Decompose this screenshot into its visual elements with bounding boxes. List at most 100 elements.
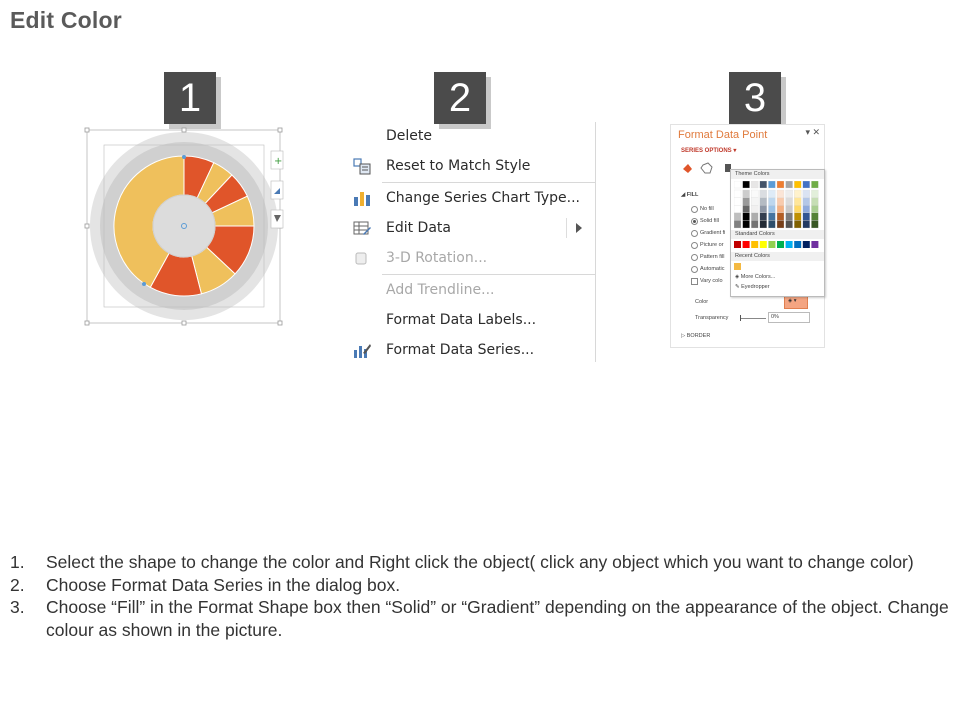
menu-item-edit-data[interactable]: Edit Data bbox=[346, 214, 596, 242]
recent-color-swatch[interactable] bbox=[734, 263, 741, 270]
standard-color-swatch[interactable] bbox=[794, 241, 802, 248]
theme-color-swatch[interactable] bbox=[759, 189, 767, 198]
theme-color-swatch[interactable] bbox=[802, 220, 810, 229]
theme-color-swatch[interactable] bbox=[742, 220, 750, 229]
radio-solid-fill[interactable] bbox=[691, 218, 698, 225]
theme-color-swatch[interactable] bbox=[768, 189, 776, 198]
theme-color-swatch[interactable] bbox=[785, 220, 793, 229]
theme-color-swatch[interactable] bbox=[759, 197, 767, 206]
theme-color-swatch[interactable] bbox=[794, 189, 802, 198]
radio-picture-fill[interactable] bbox=[691, 242, 698, 249]
theme-color-swatch[interactable] bbox=[734, 205, 742, 213]
theme-color-swatch[interactable] bbox=[742, 205, 750, 213]
section-border[interactable]: ▷ BORDER bbox=[681, 333, 710, 339]
standard-color-swatch[interactable] bbox=[768, 241, 776, 248]
theme-color-swatch[interactable] bbox=[734, 189, 742, 198]
theme-color-swatch[interactable] bbox=[776, 197, 785, 206]
more-colors-item[interactable]: ◈ More Colors... bbox=[735, 274, 775, 280]
donut-chart-panel[interactable]: + bbox=[84, 126, 284, 326]
standard-color-swatch[interactable] bbox=[802, 241, 810, 248]
standard-color-row[interactable] bbox=[734, 241, 822, 248]
standard-color-swatch[interactable] bbox=[811, 241, 819, 248]
theme-color-swatch[interactable] bbox=[742, 181, 750, 189]
theme-color-swatch[interactable] bbox=[742, 189, 750, 198]
theme-color-swatch[interactable] bbox=[794, 205, 802, 213]
radio-automatic[interactable] bbox=[691, 266, 698, 273]
theme-color-swatch[interactable] bbox=[759, 205, 767, 213]
tab-series-options[interactable]: SERIES OPTIONS ▾ bbox=[681, 147, 736, 154]
theme-color-swatch[interactable] bbox=[734, 212, 742, 221]
context-menu[interactable]: Delete Reset to Match Style Change Serie… bbox=[346, 122, 598, 362]
theme-color-swatch[interactable] bbox=[742, 197, 750, 206]
theme-color-swatch[interactable] bbox=[802, 181, 810, 189]
theme-color-swatch[interactable] bbox=[751, 189, 759, 198]
theme-color-swatch[interactable] bbox=[776, 220, 785, 229]
theme-color-swatch[interactable] bbox=[768, 220, 776, 229]
theme-color-swatch[interactable] bbox=[734, 220, 742, 229]
transparency-slider[interactable] bbox=[740, 318, 766, 319]
theme-color-swatch[interactable] bbox=[768, 205, 776, 213]
theme-color-swatch[interactable] bbox=[811, 212, 819, 221]
menu-item-reset-style[interactable]: Reset to Match Style bbox=[346, 152, 596, 180]
theme-color-swatch[interactable] bbox=[785, 197, 793, 206]
theme-color-swatch[interactable] bbox=[776, 181, 785, 189]
standard-color-swatch[interactable] bbox=[734, 241, 741, 248]
theme-color-swatch[interactable] bbox=[794, 197, 802, 206]
theme-color-swatch[interactable] bbox=[802, 189, 810, 198]
theme-color-swatch[interactable] bbox=[759, 181, 767, 189]
theme-color-swatch[interactable] bbox=[751, 212, 759, 221]
standard-color-swatch[interactable] bbox=[785, 241, 793, 248]
standard-color-swatch[interactable] bbox=[742, 241, 750, 248]
theme-color-swatch[interactable] bbox=[802, 205, 810, 213]
menu-item-format-data-labels[interactable]: Format Data Labels... bbox=[346, 306, 596, 334]
eyedropper-item[interactable]: ✎ Eyedropper bbox=[735, 284, 770, 290]
pane-tab-icons[interactable] bbox=[681, 161, 735, 175]
standard-color-swatch[interactable] bbox=[759, 241, 767, 248]
menu-item-change-chart-type[interactable]: Change Series Chart Type... bbox=[346, 184, 596, 212]
theme-color-swatch[interactable] bbox=[794, 181, 802, 189]
theme-color-swatch[interactable] bbox=[776, 189, 785, 198]
radio-no-fill[interactable] bbox=[691, 206, 698, 213]
theme-color-swatch[interactable] bbox=[811, 197, 819, 206]
theme-color-swatch[interactable] bbox=[811, 220, 819, 229]
checkbox-vary-colors[interactable] bbox=[691, 278, 698, 285]
theme-color-swatch[interactable] bbox=[751, 181, 759, 189]
menu-item-delete[interactable]: Delete bbox=[346, 122, 596, 150]
transparency-slider-thumb[interactable] bbox=[740, 315, 741, 321]
theme-color-swatch[interactable] bbox=[785, 205, 793, 213]
theme-color-swatch[interactable] bbox=[794, 212, 802, 221]
format-data-point-pane[interactable]: Format Data Point ▾ ✕ SERIES OPTIONS ▾ ◢… bbox=[670, 124, 825, 348]
theme-color-swatch[interactable] bbox=[794, 220, 802, 229]
radio-pattern-fill[interactable] bbox=[691, 254, 698, 261]
theme-color-swatch[interactable] bbox=[751, 205, 759, 213]
theme-color-swatch[interactable] bbox=[759, 220, 767, 229]
menu-item-format-data-series[interactable]: Format Data Series... bbox=[346, 336, 596, 364]
theme-color-swatch[interactable] bbox=[811, 189, 819, 198]
standard-color-swatch[interactable] bbox=[777, 241, 784, 248]
donut-chart[interactable]: + bbox=[84, 126, 284, 326]
theme-color-swatch[interactable] bbox=[802, 212, 810, 221]
theme-color-swatch[interactable] bbox=[768, 197, 776, 206]
theme-color-swatch[interactable] bbox=[785, 189, 793, 198]
menu-item-add-trendline[interactable]: Add Trendline... bbox=[346, 276, 596, 304]
theme-color-swatch[interactable] bbox=[734, 181, 742, 189]
theme-color-swatch[interactable] bbox=[785, 212, 793, 221]
theme-color-swatch[interactable] bbox=[802, 197, 810, 206]
menu-item-3d-rotation[interactable]: 3-D Rotation... bbox=[346, 244, 596, 272]
theme-color-swatch[interactable] bbox=[759, 212, 767, 221]
theme-color-swatch[interactable] bbox=[768, 212, 776, 221]
theme-color-swatch[interactable] bbox=[776, 212, 785, 221]
color-picker-button[interactable]: ◈ ▾ bbox=[784, 295, 808, 309]
color-palette-popup[interactable]: Theme Colors Standard Colors Recent Colo… bbox=[730, 169, 825, 297]
theme-color-swatch[interactable] bbox=[742, 212, 750, 221]
transparency-input[interactable]: 0% bbox=[768, 312, 810, 323]
standard-color-swatch[interactable] bbox=[751, 241, 759, 248]
theme-color-swatch[interactable] bbox=[734, 197, 742, 206]
chart-side-buttons[interactable]: + bbox=[270, 150, 284, 229]
theme-color-swatch[interactable] bbox=[751, 197, 759, 206]
theme-color-swatch[interactable] bbox=[776, 205, 785, 213]
theme-color-swatch[interactable] bbox=[811, 205, 819, 213]
theme-color-grid[interactable] bbox=[734, 181, 822, 229]
section-fill[interactable]: ◢ FILL bbox=[681, 192, 698, 198]
radio-gradient-fill[interactable] bbox=[691, 230, 698, 237]
